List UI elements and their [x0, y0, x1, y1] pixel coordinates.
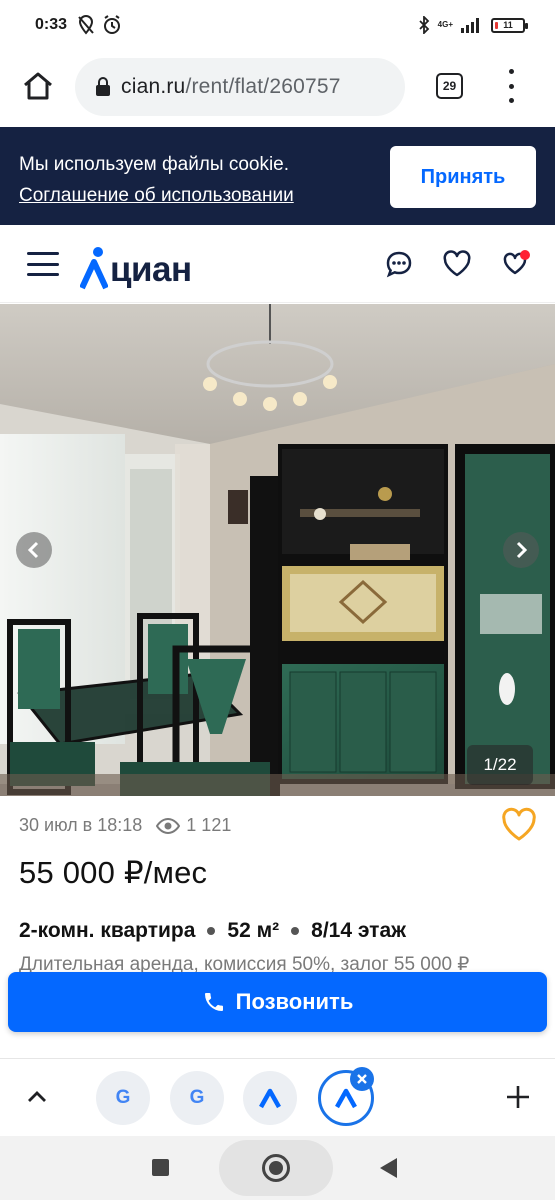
chat-icon[interactable] — [384, 249, 414, 279]
url-text: cian.ru/rent/flat/260757 — [121, 75, 341, 99]
tab-group-strip: G G — [0, 1058, 555, 1136]
status-system-icons: 4G+ 11 — [418, 16, 528, 34]
location-off-icon — [78, 14, 94, 35]
lock-icon — [96, 77, 110, 96]
logo-text: циан — [110, 250, 192, 289]
signal-icon — [461, 18, 479, 33]
listing-views: 1 121 — [186, 815, 232, 835]
separator-dot — [207, 927, 216, 935]
notifications-icon[interactable] — [500, 249, 530, 279]
tab-cian-1[interactable] — [243, 1071, 297, 1125]
separator-dot — [291, 927, 300, 935]
status-time: 0:33 — [35, 16, 68, 33]
chevron-right-icon — [516, 541, 528, 559]
listing-meta: 30 июл в 18:18 1 121 — [19, 815, 231, 836]
url-domain: cian.ru — [121, 75, 186, 98]
close-icon — [357, 1074, 367, 1084]
chevron-up-icon[interactable] — [25, 1085, 49, 1109]
cookie-message: Мы используем файлы cookie. — [19, 154, 290, 175]
chevron-left-icon — [27, 541, 39, 559]
phone-icon — [204, 993, 223, 1011]
cian-icon — [335, 1088, 357, 1109]
tab-count: 29 — [442, 79, 457, 93]
eye-icon — [156, 817, 181, 834]
battery-icon: 11 — [491, 17, 528, 33]
status-bar: 0:33 4G+ 11 — [0, 0, 555, 52]
apartment-photo-image — [0, 304, 555, 796]
close-tab-button[interactable] — [350, 1067, 374, 1091]
menu-dot — [508, 98, 514, 103]
battery-level: 11 — [503, 20, 513, 30]
add-to-favorites-heart-icon[interactable] — [500, 806, 538, 844]
hamburger-menu-icon[interactable] — [27, 252, 59, 276]
network-type: 4G+ — [437, 20, 453, 29]
status-notification-icons — [76, 14, 122, 36]
listing-date: 30 июл в 18:18 — [19, 815, 143, 835]
listing-area: 52 м² — [227, 919, 280, 942]
listing-photo[interactable] — [0, 304, 555, 796]
google-icon: G — [189, 1087, 205, 1108]
tab-google-1[interactable]: G — [96, 1071, 150, 1125]
battery-fill — [495, 21, 498, 29]
cian-logo-mark-icon — [80, 247, 108, 290]
cian-logo[interactable]: циан — [80, 234, 192, 290]
cookie-accept-button[interactable]: Принять — [390, 146, 536, 208]
cookie-text-block: Мы используем файлы cookie. Соглашение о… — [19, 149, 294, 211]
favorites-heart-icon[interactable] — [442, 249, 472, 279]
cookie-agreement-link[interactable]: Соглашение об использовании — [19, 180, 294, 211]
listing-floor: 8/14 этаж — [311, 919, 407, 942]
home-button[interactable] — [18, 66, 58, 106]
gallery-next-button[interactable] — [503, 532, 539, 568]
site-header: циан — [0, 225, 555, 303]
bluetooth-icon — [419, 16, 429, 34]
tab-switcher-button[interactable]: 29 — [436, 73, 463, 99]
plus-icon[interactable] — [504, 1083, 532, 1111]
google-icon: G — [115, 1087, 131, 1108]
cian-icon — [259, 1088, 281, 1109]
tab-google-2[interactable]: G — [170, 1071, 224, 1125]
back-button[interactable] — [380, 1158, 397, 1178]
cookie-banner: Мы используем файлы cookie. Соглашение о… — [0, 127, 555, 225]
browser-toolbar: cian.ru/rent/flat/260757 29 — [0, 52, 555, 127]
menu-dot — [508, 83, 514, 89]
listing-price: 55 000 ₽/мес — [19, 855, 208, 890]
home-icon — [24, 72, 52, 100]
gallery-counter: 1/22 — [467, 745, 533, 785]
gallery-prev-button[interactable] — [16, 532, 52, 568]
listing-rooms: 2-комн. квартира — [19, 919, 196, 942]
listing-specs: 2-комн. квартира 52 м² 8/14 этаж — [19, 919, 406, 943]
system-navigation-bar — [0, 1136, 555, 1200]
url-path: /rent/flat/260757 — [185, 75, 341, 98]
alarm-icon — [104, 15, 120, 34]
call-button[interactable]: Позвонить — [8, 972, 547, 1032]
call-button-label: Позвонить — [235, 989, 354, 1014]
menu-dot — [508, 69, 514, 74]
recents-button[interactable] — [152, 1159, 169, 1176]
address-bar[interactable]: cian.ru/rent/flat/260757 — [75, 58, 405, 116]
browser-menu-button[interactable] — [504, 69, 518, 103]
home-circle-button[interactable] — [262, 1154, 290, 1182]
